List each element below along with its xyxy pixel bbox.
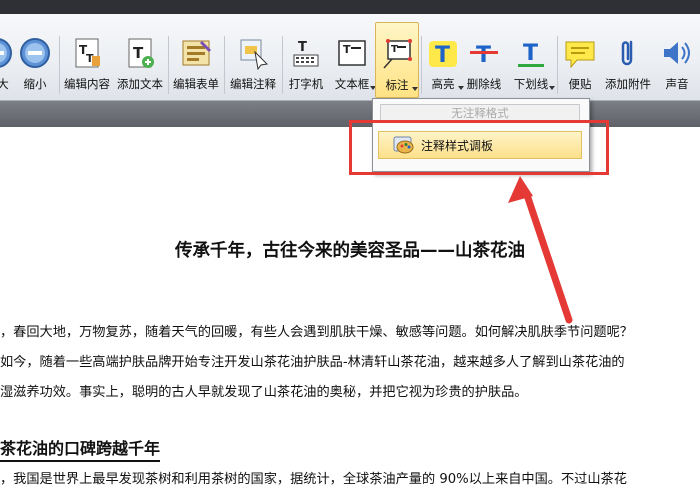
pointer-arrow [508,176,573,324]
